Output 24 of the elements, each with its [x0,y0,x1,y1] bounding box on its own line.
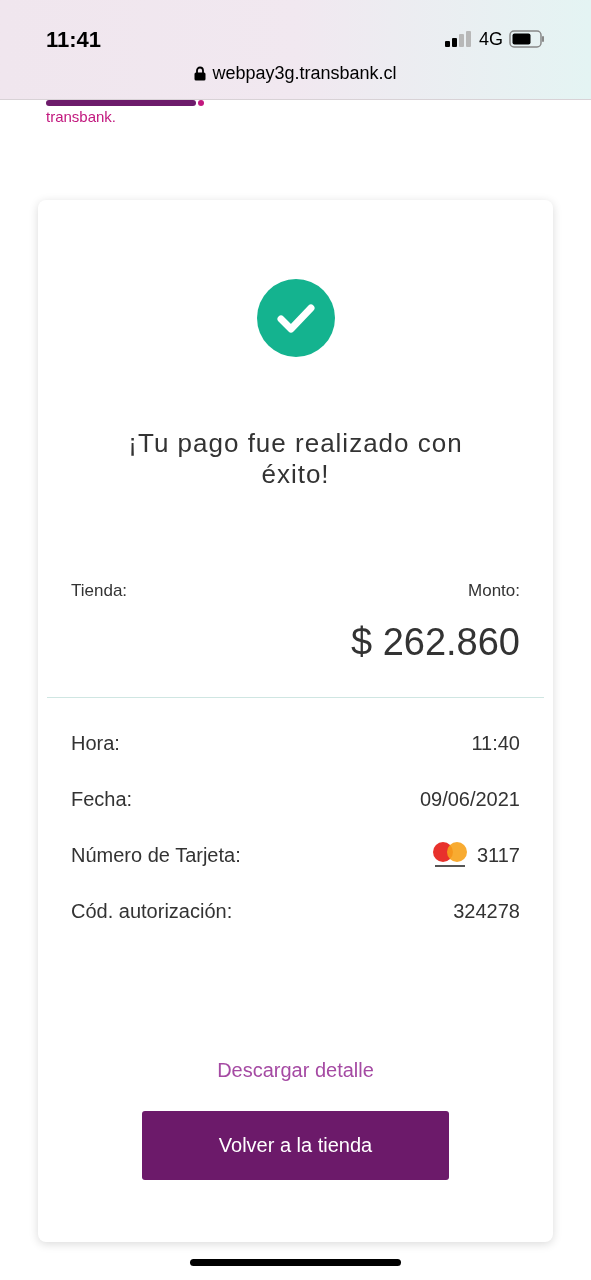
detail-value: 09/06/2021 [419,787,520,812]
detail-label: Cód. autorización: [71,899,233,924]
network-label: 4G [479,27,503,51]
battery-icon [509,30,545,48]
transbank-logo: transbank. [46,108,118,126]
lock-icon [194,66,207,81]
url-text[interactable]: webpay3g.transbank.cl [212,60,397,87]
logo-fragment-icon [46,100,206,108]
signal-icon [445,31,473,47]
status-time: 11:41 [46,25,102,54]
amount-value: $ 262.860 [350,619,520,665]
store-label: Tienda: [71,580,128,602]
detail-label: Fecha: [71,787,133,812]
detail-value: 11:40 [471,731,520,756]
success-title: ¡Tu pago fue realizado con éxito! [127,428,464,490]
detail-value: 3117 [477,843,520,868]
amount-label: Monto: [468,580,520,602]
detail-value: 324278 [453,899,520,924]
download-link[interactable]: Descargar detalle [217,1054,374,1085]
card-brand-icon [431,841,469,869]
detail-label: Número de Tarjeta: [71,843,241,868]
success-check-icon [255,278,336,358]
detail-label: Hora: [71,731,120,756]
return-button[interactable]: Volver a la tienda [142,1110,449,1180]
